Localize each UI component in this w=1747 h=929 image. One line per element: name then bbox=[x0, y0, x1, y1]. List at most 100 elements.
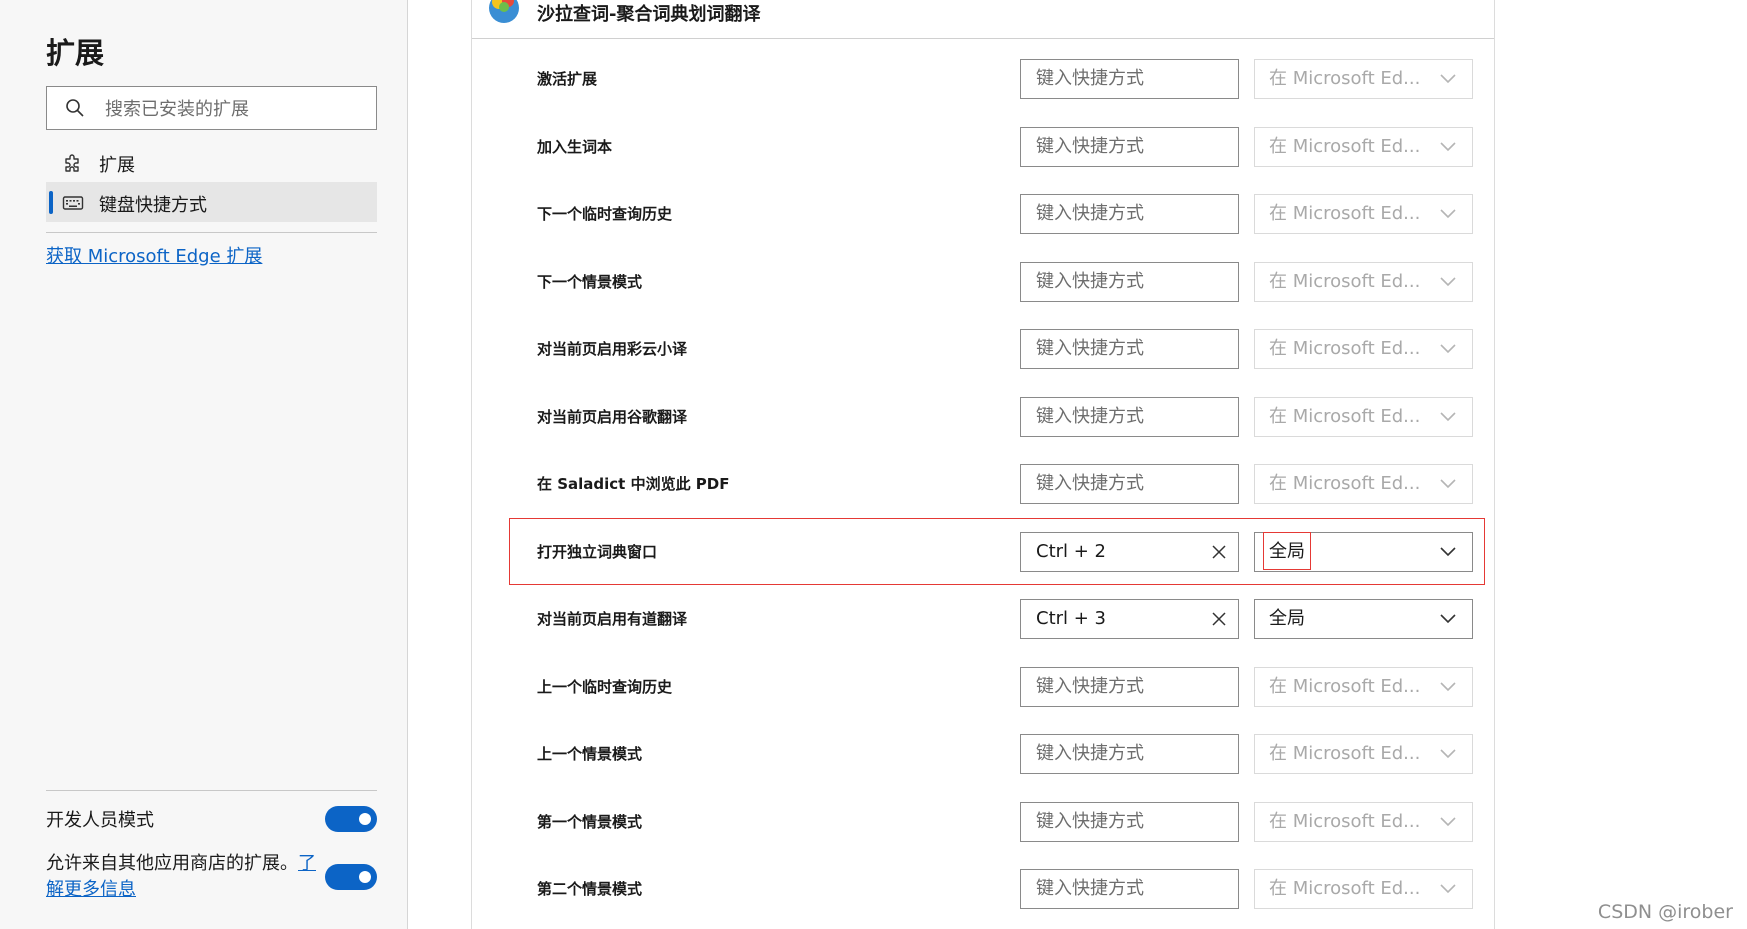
annotation-highlight-row bbox=[509, 518, 1485, 585]
nav-item-label: 扩展 bbox=[99, 155, 135, 176]
shortcut-placeholder: 键入快捷方式 bbox=[1036, 135, 1144, 157]
shortcut-input[interactable]: 键入快捷方式 bbox=[1020, 396, 1239, 437]
scope-value: 在 Microsoft Ed... bbox=[1269, 68, 1421, 89]
shortcut-input[interactable]: 键入快捷方式 bbox=[1020, 464, 1239, 504]
command-label: 对当前页启用彩云小译 bbox=[537, 340, 688, 358]
developer-mode-toggle[interactable] bbox=[325, 806, 377, 832]
shortcut-input[interactable]: 键入快捷方式 bbox=[1020, 869, 1239, 909]
scope-dropdown[interactable]: 在 Microsoft Ed... bbox=[1254, 194, 1473, 234]
scope-dropdown[interactable]: 在 Microsoft Ed... bbox=[1254, 126, 1473, 167]
nav-item-keyboard-shortcuts[interactable]: 键盘快捷方式 bbox=[46, 182, 377, 222]
scope-value: 在 Microsoft Ed... bbox=[1269, 473, 1421, 494]
shortcut-input[interactable]: 键入快捷方式 bbox=[1020, 734, 1239, 774]
shortcut-row: 下一个情景模式 键入快捷方式 在 Microsoft Ed... bbox=[472, 251, 1494, 313]
developer-mode-label: 开发人员模式 bbox=[46, 810, 154, 831]
puzzle-icon bbox=[65, 154, 79, 172]
shortcut-row: 上一个临时查询历史 键入快捷方式 在 Microsoft Ed... bbox=[472, 656, 1494, 718]
scope-value: 在 Microsoft Ed... bbox=[1269, 203, 1421, 224]
scope-value: 在 Microsoft Ed... bbox=[1269, 675, 1421, 697]
chevron-down-icon bbox=[1440, 141, 1456, 151]
search-box[interactable] bbox=[46, 86, 377, 131]
search-icon bbox=[66, 99, 84, 117]
chevron-down-icon bbox=[1440, 209, 1456, 219]
shortcut-input[interactable]: 键入快捷方式 bbox=[1020, 666, 1239, 707]
shortcut-placeholder: 键入快捷方式 bbox=[1036, 338, 1144, 359]
shortcut-placeholder: 键入快捷方式 bbox=[1036, 473, 1144, 494]
shortcut-input[interactable]: 键入快捷方式 bbox=[1020, 126, 1239, 167]
shortcut-row: 加入生词本 键入快捷方式 在 Microsoft Ed... bbox=[472, 116, 1494, 178]
command-label: 加入生词本 bbox=[537, 137, 613, 156]
shortcut-row: 第二个情景模式 键入快捷方式 在 Microsoft Ed... bbox=[472, 858, 1494, 920]
scope-dropdown[interactable]: 在 Microsoft Ed... bbox=[1254, 59, 1473, 99]
shortcut-row: 第一个情景模式 键入快捷方式 在 Microsoft Ed... bbox=[472, 791, 1494, 853]
page-title: 扩展 bbox=[46, 36, 105, 70]
nav-item-extensions[interactable]: 扩展 bbox=[46, 142, 377, 182]
extension-header: 沙拉查词-聚合词典划词翻译 bbox=[472, 0, 1494, 39]
allow-other-stores-toggle[interactable] bbox=[325, 864, 377, 890]
command-label: 对当前页启用有道翻译 bbox=[537, 610, 688, 628]
command-label: 下一个临时查询历史 bbox=[537, 205, 673, 223]
allow-other-stores-label: 允许来自其他应用商店的扩展。 bbox=[46, 853, 298, 874]
chevron-down-icon bbox=[1440, 276, 1456, 286]
chevron-down-icon bbox=[1440, 614, 1456, 624]
shortcut-placeholder: 键入快捷方式 bbox=[1036, 405, 1144, 427]
scope-value: 在 Microsoft Ed... bbox=[1269, 338, 1421, 359]
scope-dropdown[interactable]: 在 Microsoft Ed... bbox=[1254, 734, 1473, 774]
scope-dropdown[interactable]: 在 Microsoft Ed... bbox=[1254, 396, 1473, 437]
command-label: 第一个情景模式 bbox=[537, 812, 643, 831]
shortcut-placeholder: 键入快捷方式 bbox=[1036, 878, 1144, 899]
saladict-logo-icon bbox=[489, 0, 519, 23]
shortcut-placeholder: 键入快捷方式 bbox=[1036, 270, 1144, 292]
get-extensions-link[interactable]: 获取 Microsoft Edge 扩展 bbox=[46, 242, 262, 268]
scope-value: 在 Microsoft Ed... bbox=[1269, 405, 1421, 427]
sidebar-divider bbox=[46, 790, 377, 791]
command-label: 下一个情景模式 bbox=[537, 272, 643, 291]
chevron-down-icon bbox=[1440, 344, 1456, 354]
command-label: 在 Saladict 中浏览此 PDF bbox=[537, 475, 730, 493]
scope-value: 在 Microsoft Ed... bbox=[1269, 135, 1421, 157]
chevron-down-icon bbox=[1440, 479, 1456, 489]
scope-value: 在 Microsoft Ed... bbox=[1269, 743, 1421, 764]
extension-name: 沙拉查词-聚合词典划词翻译 bbox=[537, 4, 761, 25]
shortcut-input[interactable]: 键入快捷方式 bbox=[1020, 261, 1239, 302]
shortcut-input[interactable]: 键入快捷方式 bbox=[1020, 329, 1239, 369]
scope-dropdown[interactable]: 在 Microsoft Ed... bbox=[1254, 869, 1473, 909]
shortcut-input[interactable]: Ctrl + 3 bbox=[1020, 599, 1239, 639]
scope-value: 全局 bbox=[1269, 608, 1305, 629]
shortcut-row: 对当前页启用有道翻译 Ctrl + 3 全局 bbox=[472, 588, 1494, 650]
scope-value: 在 Microsoft Ed... bbox=[1269, 270, 1421, 292]
scope-dropdown[interactable]: 在 Microsoft Ed... bbox=[1254, 261, 1473, 302]
chevron-down-icon bbox=[1440, 74, 1456, 84]
shortcut-row: 激活扩展 键入快捷方式 在 Microsoft Ed... bbox=[472, 48, 1494, 110]
keyboard-icon bbox=[62, 196, 84, 210]
sidebar-divider bbox=[46, 232, 377, 233]
shortcut-input[interactable]: 键入快捷方式 bbox=[1020, 194, 1239, 234]
search-input[interactable] bbox=[103, 87, 372, 131]
chevron-down-icon bbox=[1440, 816, 1456, 826]
scope-dropdown[interactable]: 在 Microsoft Ed... bbox=[1254, 464, 1473, 504]
scope-value: 在 Microsoft Ed... bbox=[1269, 878, 1421, 899]
shortcut-placeholder: 键入快捷方式 bbox=[1036, 68, 1144, 89]
scope-dropdown[interactable]: 在 Microsoft Ed... bbox=[1254, 666, 1473, 707]
shortcut-row: 在 Saladict 中浏览此 PDF 键入快捷方式 在 Microsoft Ed.… bbox=[472, 453, 1494, 515]
scope-dropdown[interactable]: 在 Microsoft Ed... bbox=[1254, 329, 1473, 369]
scope-dropdown[interactable]: 全局 bbox=[1254, 599, 1473, 639]
command-label: 激活扩展 bbox=[537, 70, 598, 88]
clear-icon[interactable] bbox=[1210, 610, 1228, 628]
shortcut-placeholder: 键入快捷方式 bbox=[1036, 810, 1144, 832]
chevron-down-icon bbox=[1440, 884, 1456, 894]
command-label: 第二个情景模式 bbox=[537, 880, 643, 898]
shortcut-input[interactable]: 键入快捷方式 bbox=[1020, 801, 1239, 842]
command-label: 上一个情景模式 bbox=[537, 745, 643, 763]
shortcut-placeholder: 键入快捷方式 bbox=[1036, 203, 1144, 224]
scope-dropdown[interactable]: 在 Microsoft Ed... bbox=[1254, 801, 1473, 842]
shortcut-row: 上一个情景模式 键入快捷方式 在 Microsoft Ed... bbox=[472, 723, 1494, 785]
annotation-highlight-scope bbox=[1263, 532, 1311, 570]
shortcut-input[interactable]: 键入快捷方式 bbox=[1020, 59, 1239, 99]
chevron-down-icon bbox=[1440, 411, 1456, 421]
shortcut-placeholder: 键入快捷方式 bbox=[1036, 675, 1144, 697]
command-label: 上一个临时查询历史 bbox=[537, 677, 673, 696]
extension-shortcuts-card: 沙拉查词-聚合词典划词翻译 激活扩展 键入快捷方式在 Microsoft Ed..… bbox=[471, 0, 1495, 929]
watermark: CSDN @irober bbox=[1597, 901, 1733, 923]
shortcut-value: Ctrl + 3 bbox=[1036, 608, 1107, 629]
